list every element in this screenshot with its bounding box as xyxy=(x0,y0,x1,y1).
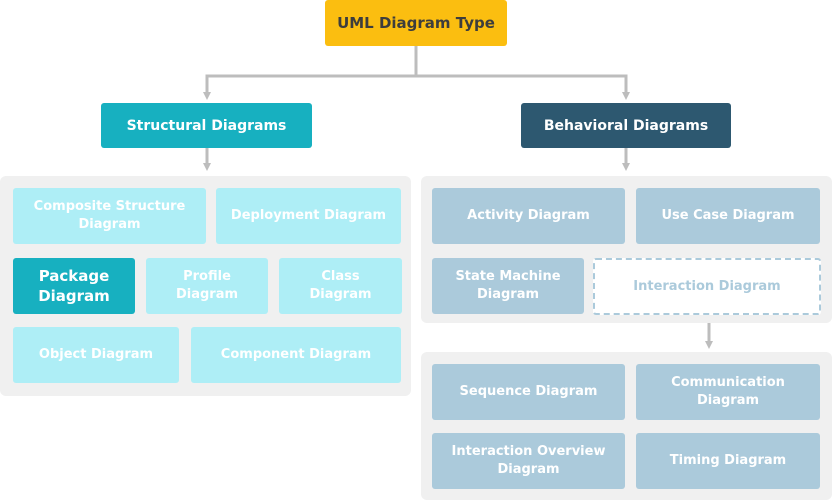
node-label: Activity Diagram xyxy=(467,208,590,223)
use-case-diagram-node[interactable]: Use Case Diagram xyxy=(636,188,820,244)
state-machine-diagram-node[interactable]: State Machine Diagram xyxy=(432,258,584,314)
deployment-diagram-node[interactable]: Deployment Diagram xyxy=(216,188,401,244)
timing-diagram-node[interactable]: Timing Diagram xyxy=(636,433,820,489)
node-label: Interaction Diagram xyxy=(633,278,781,294)
node-label: State Machine Diagram xyxy=(455,269,561,302)
communication-diagram-node[interactable]: Communication Diagram xyxy=(636,364,820,420)
node-label: Component Diagram xyxy=(220,347,372,362)
root-label: UML Diagram Type xyxy=(337,14,495,32)
node-label: Communication Diagram xyxy=(671,375,785,408)
activity-diagram-node[interactable]: Activity Diagram xyxy=(432,188,625,244)
composite-structure-diagram-node[interactable]: Composite Structure Diagram xyxy=(13,188,206,244)
class-diagram-node[interactable]: Class Diagram xyxy=(279,258,402,314)
profile-diagram-node[interactable]: Profile Diagram xyxy=(146,258,268,314)
node-label: Interaction Overview Diagram xyxy=(451,444,606,477)
structural-label: Structural Diagrams xyxy=(126,117,287,134)
node-label: Profile Diagram xyxy=(175,269,239,302)
node-label: Object Diagram xyxy=(38,347,154,362)
package-diagram-node[interactable]: Package Diagram xyxy=(13,258,135,314)
node-label: Deployment Diagram xyxy=(230,208,387,223)
node-label: Composite Structure Diagram xyxy=(33,199,186,232)
node-label: Package Diagram xyxy=(38,267,110,305)
root-node[interactable]: UML Diagram Type xyxy=(325,0,507,46)
node-label: Class Diagram xyxy=(309,269,372,302)
sequence-diagram-node[interactable]: Sequence Diagram xyxy=(432,364,625,420)
behavioral-diagrams-node[interactable]: Behavioral Diagrams xyxy=(521,103,731,148)
node-label: Use Case Diagram xyxy=(661,208,795,223)
object-diagram-node[interactable]: Object Diagram xyxy=(13,327,179,383)
structural-diagrams-node[interactable]: Structural Diagrams xyxy=(101,103,312,148)
interaction-diagram-node[interactable]: Interaction Diagram xyxy=(593,258,821,315)
behavioral-label: Behavioral Diagrams xyxy=(543,117,709,134)
interaction-overview-diagram-node[interactable]: Interaction Overview Diagram xyxy=(432,433,625,489)
node-label: Timing Diagram xyxy=(669,453,787,468)
component-diagram-node[interactable]: Component Diagram xyxy=(191,327,401,383)
connector-root-to-behavioral xyxy=(416,74,630,100)
connector-root-to-structural xyxy=(203,74,416,100)
node-label: Sequence Diagram xyxy=(459,384,598,399)
